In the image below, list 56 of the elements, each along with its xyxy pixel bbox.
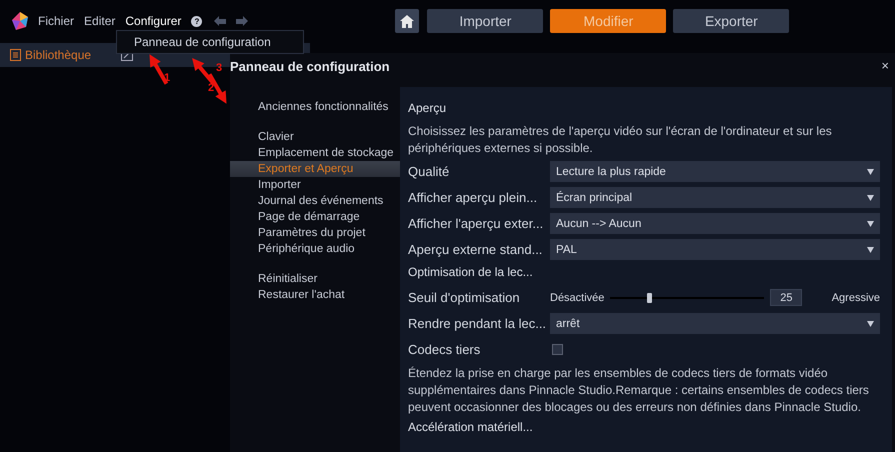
- menu-item[interactable]: Fichier: [38, 14, 74, 28]
- dropdown-field[interactable]: PAL: [550, 239, 880, 260]
- home-button[interactable]: [395, 9, 420, 33]
- mode-tab[interactable]: Exporter: [673, 9, 790, 33]
- help-icon[interactable]: ?: [191, 16, 202, 26]
- dropdown-field[interactable]: Écran principal: [550, 187, 880, 208]
- dropdown-field[interactable]: Lecture la plus rapide: [550, 161, 880, 182]
- dialog-title: Panneau de configuration: [230, 59, 390, 74]
- undo-icon[interactable]: [214, 16, 226, 26]
- checkbox[interactable]: [552, 344, 563, 355]
- setting-label: Rendre pendant la lec...: [408, 316, 548, 331]
- setting-label: Afficher l'aperçu exter...: [408, 216, 544, 231]
- nav-item[interactable]: Emplacement de stockage: [230, 145, 400, 161]
- nav-item[interactable]: Journal des événements: [230, 193, 400, 209]
- dropdown-field[interactable]: Aucun --> Aucun: [550, 213, 880, 234]
- setting-label: Seuil d'optimisation: [408, 290, 521, 305]
- section-heading: Accélération matériell...: [408, 420, 534, 434]
- description-text: Choisissez les paramètres de l'aperçu vidéo sur l'écran de l'ordinateur et sur les périphériques externes si possible.: [408, 123, 833, 157]
- app-logo-icon: [10, 11, 30, 31]
- nav-item[interactable]: Réinitialiser: [230, 271, 400, 287]
- section-heading: Optimisation de la lec...: [408, 265, 534, 279]
- slider-max-label: Agressive: [832, 292, 880, 304]
- description-text: Étendez la prise en charge par les ensembles de codecs tiers de formats vidéo supplémentaires dans Pinnacle Studio.Remarque : certains ensembles de codecs tiers peuvent occasionner des blocages ou des erreurs non définies dans Pinnacle Studio.: [408, 365, 870, 416]
- dropdown-arrow-icon: [867, 220, 874, 226]
- annotation-number: 2: [208, 82, 214, 94]
- nav-item[interactable]: Clavier: [230, 129, 400, 145]
- menu-item[interactable]: Configurer: [125, 14, 182, 28]
- slider-thumb[interactable]: [646, 292, 652, 302]
- annotation-number: 3: [216, 62, 222, 74]
- dropdown-arrow-icon: [867, 168, 874, 174]
- menu-item[interactable]: Editer: [84, 14, 116, 28]
- menu-item[interactable]: Panneau de configuration: [134, 35, 271, 49]
- list-icon: [10, 49, 21, 61]
- setting-label: Codecs tiers: [408, 342, 482, 357]
- dropdown-field[interactable]: arrêt: [550, 313, 880, 334]
- nav-item[interactable]: Restaurer l'achat: [230, 287, 400, 303]
- library-tab[interactable]: Bibliothèque: [10, 48, 92, 62]
- value-field[interactable]: 25: [770, 289, 802, 306]
- setting-label: Afficher aperçu plein...: [408, 190, 538, 205]
- redo-icon[interactable]: [236, 16, 248, 26]
- setting-label: Aperçu externe stand...: [408, 242, 544, 257]
- dropdown-arrow-icon: [867, 246, 874, 252]
- nav-item[interactable]: Importer: [230, 177, 400, 193]
- close-button[interactable]: ×: [881, 59, 889, 72]
- section-heading: Aperçu: [408, 101, 448, 115]
- mode-tab[interactable]: Importer: [427, 9, 544, 33]
- nav-item[interactable]: Périphérique audio: [230, 241, 400, 257]
- dropdown-arrow-icon: [867, 320, 874, 326]
- nav-item[interactable]: Exporter et Aperçu: [230, 161, 400, 177]
- nav-item[interactable]: Paramètres du projet: [230, 225, 400, 241]
- nav-item[interactable]: Page de démarrage: [230, 209, 400, 225]
- nav-item[interactable]: Anciennes fonctionnalités: [230, 99, 400, 115]
- dropdown-arrow-icon: [867, 194, 874, 200]
- home-icon: [400, 14, 414, 28]
- setting-label: Qualité: [408, 164, 450, 179]
- slider-min-label: Désactivée: [550, 292, 604, 304]
